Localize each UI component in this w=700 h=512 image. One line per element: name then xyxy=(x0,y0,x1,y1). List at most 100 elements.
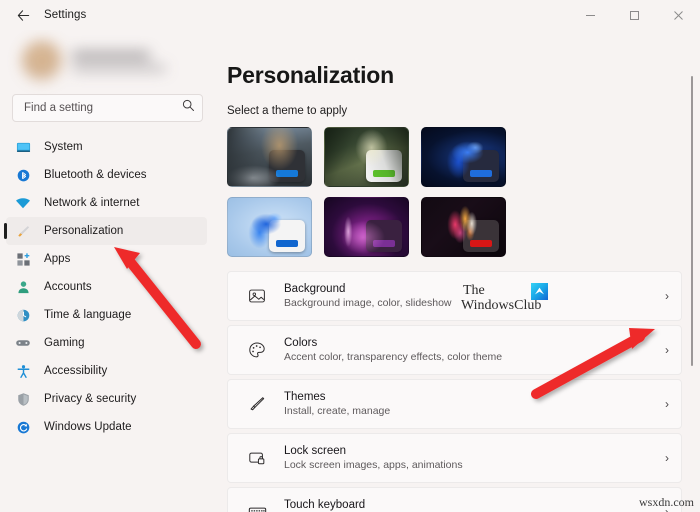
search-box[interactable] xyxy=(12,94,203,122)
theme-preview-window xyxy=(269,150,305,182)
sidebar-item-label: Personalization xyxy=(44,225,124,237)
paintbrush-icon xyxy=(12,224,34,239)
row-text: Themes Install, create, manage xyxy=(284,391,390,417)
accessibility-icon xyxy=(12,364,34,379)
sidebar-item-network-internet[interactable]: Network & internet xyxy=(6,189,207,217)
profile-email-line xyxy=(72,64,166,72)
picture-icon xyxy=(244,287,270,305)
theme-thumbnail[interactable] xyxy=(227,127,312,187)
theme-accent-swatch xyxy=(373,170,395,177)
minimize-button[interactable] xyxy=(568,0,612,30)
theme-thumbnail[interactable] xyxy=(324,197,409,257)
search-container xyxy=(0,94,215,122)
sidebar-item-label: Apps xyxy=(44,253,71,265)
chevron-right-icon[interactable]: › xyxy=(665,344,669,356)
theme-preview-window xyxy=(463,150,499,182)
sidebar-item-label: System xyxy=(44,141,83,153)
row-title: Lock screen xyxy=(284,445,347,457)
settings-row-background[interactable]: Background Background image, color, slid… xyxy=(227,271,682,321)
theme-accent-swatch xyxy=(470,240,492,247)
chevron-right-icon[interactable]: › xyxy=(665,290,669,302)
close-icon xyxy=(673,10,683,20)
sidebar-item-time-language[interactable]: Time & language xyxy=(6,301,207,329)
back-arrow-icon xyxy=(17,9,29,21)
scrollbar-thumb[interactable] xyxy=(691,76,693,366)
profile-name-block xyxy=(72,50,166,72)
gamepad-icon xyxy=(12,335,34,351)
sidebar-item-label: Privacy & security xyxy=(44,393,137,405)
windowsclub-logo-icon xyxy=(531,283,548,300)
sidebar-item-personalization[interactable]: Personalization xyxy=(4,217,207,245)
minimize-icon xyxy=(585,14,595,16)
window-title: Settings xyxy=(44,9,87,21)
row-subtitle: Install, create, manage xyxy=(284,405,391,417)
window-controls xyxy=(568,0,700,30)
sidebar-item-label: Windows Update xyxy=(44,421,132,433)
theme-thumbnail[interactable] xyxy=(227,197,312,257)
scrollbar-track[interactable] xyxy=(687,60,697,512)
sidebar-item-system[interactable]: System xyxy=(6,133,207,161)
row-title: Touch keyboard xyxy=(284,499,366,511)
sidebar-item-bluetooth-devices[interactable]: Bluetooth & devices xyxy=(6,161,207,189)
theme-accent-swatch xyxy=(276,240,298,247)
row-text: Colors Accent color, transparency effect… xyxy=(284,337,502,363)
sidebar-item-gaming[interactable]: Gaming xyxy=(6,329,207,357)
settings-row-lock-screen[interactable]: Lock screen Lock screen images, apps, an… xyxy=(227,433,682,483)
sidebar-item-windows-update[interactable]: Windows Update xyxy=(6,413,207,441)
maximize-icon xyxy=(629,10,639,20)
theme-preview-window xyxy=(366,220,402,252)
row-subtitle: Accent color, transparency effects, colo… xyxy=(284,351,503,363)
update-icon xyxy=(12,420,34,435)
page-title: Personalization xyxy=(227,62,394,88)
row-text: Lock screen Lock screen images, apps, an… xyxy=(284,445,463,471)
title-bar: Settings xyxy=(0,0,700,30)
user-profile-blurred[interactable] xyxy=(22,30,203,92)
row-subtitle: Lock screen images, apps, animations xyxy=(284,459,463,471)
settings-row-touch-keyboard[interactable]: Touch keyboard Themes, size › xyxy=(227,487,682,512)
sidebar-item-label: Accounts xyxy=(44,281,92,293)
sidebar-item-label: Bluetooth & devices xyxy=(44,169,147,181)
search-input[interactable] xyxy=(24,102,178,114)
bluetooth-icon xyxy=(12,168,34,183)
row-title: Colors xyxy=(284,337,318,349)
theme-preview-window xyxy=(269,220,305,252)
close-button[interactable] xyxy=(656,0,700,30)
theme-accent-swatch xyxy=(276,170,298,177)
row-title: Background xyxy=(284,283,346,295)
row-text: Touch keyboard Themes, size xyxy=(284,499,365,512)
theme-thumbnail[interactable] xyxy=(421,127,506,187)
sidebar: System Bluetooth & devices xyxy=(0,30,215,512)
sidebar-item-privacy-security[interactable]: Privacy & security xyxy=(6,385,207,413)
avatar xyxy=(22,41,62,81)
sidebar-item-accessibility[interactable]: Accessibility xyxy=(6,357,207,385)
theme-accent-swatch xyxy=(470,170,492,177)
apps-icon xyxy=(12,252,34,267)
sidebar-item-apps[interactable]: Apps xyxy=(6,245,207,273)
window-body: System Bluetooth & devices xyxy=(0,30,700,512)
row-subtitle: Background image, color, slideshow xyxy=(284,297,452,309)
keyboard-icon xyxy=(244,503,270,512)
sidebar-item-accounts[interactable]: Accounts xyxy=(6,273,207,301)
main-content: Personalization Select a theme to apply xyxy=(215,30,700,512)
person-icon xyxy=(12,280,34,295)
back-button[interactable] xyxy=(8,2,38,28)
sidebar-item-label: Gaming xyxy=(44,337,85,349)
theme-thumbnail[interactable] xyxy=(324,127,409,187)
profile-name-line xyxy=(72,50,150,60)
watermark-source: wsxdn.com xyxy=(639,495,694,509)
monitor-icon xyxy=(12,140,34,155)
settings-window: Settings Find a setting System Bluetooth… xyxy=(0,0,700,512)
settings-row-colors[interactable]: Colors Accent color, transparency effect… xyxy=(227,325,682,375)
wifi-icon xyxy=(12,195,34,211)
lock-screen-icon xyxy=(244,449,270,467)
theme-thumbnail[interactable] xyxy=(421,197,506,257)
settings-list: Background Background image, color, slid… xyxy=(227,271,682,512)
section-label: Select a theme to apply xyxy=(227,105,348,117)
chevron-right-icon[interactable]: › xyxy=(665,398,669,410)
sidebar-item-label: Time & language xyxy=(44,309,132,321)
chevron-right-icon[interactable]: › xyxy=(665,452,669,464)
theme-grid xyxy=(227,127,510,257)
sidebar-item-label: Network & internet xyxy=(44,197,140,209)
maximize-button[interactable] xyxy=(612,0,656,30)
settings-row-themes[interactable]: Themes Install, create, manage › xyxy=(227,379,682,429)
